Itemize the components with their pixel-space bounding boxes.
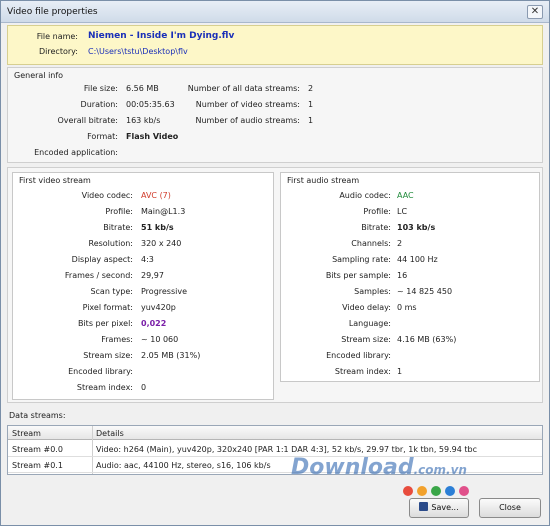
audio-bitrate-value: 103 kb/s: [397, 223, 436, 232]
orange-dot: [417, 486, 427, 496]
file-name-label: File name:: [36, 32, 78, 41]
audio-stream-size-value: 4.16 MB (63%): [397, 335, 457, 344]
blue-dot: [445, 486, 455, 496]
directory-label: Directory:: [39, 47, 78, 56]
audio-streams-value: 1: [308, 116, 314, 125]
data-streams-heading: Data streams:: [9, 411, 66, 420]
scan-type-label: Scan type:: [90, 287, 133, 296]
file-size-value: 6.56 MB: [126, 84, 159, 93]
table-header: Stream Details: [8, 426, 542, 440]
save-button[interactable]: Save...: [409, 498, 469, 518]
encoded-application-label: Encoded application:: [34, 148, 118, 157]
sampling-rate-value: 44 100 Hz: [397, 255, 438, 264]
video-streams-label: Number of video streams:: [195, 100, 300, 109]
watermark-main: Download: [291, 455, 414, 480]
video-stream-index-label: Stream index:: [76, 383, 133, 392]
red-dot: [403, 486, 413, 496]
sampling-rate-label: Sampling rate:: [332, 255, 391, 264]
bits-per-pixel-label: Bits per pixel:: [77, 319, 133, 328]
audio-streams-label: Number of audio streams:: [195, 116, 300, 125]
pixel-format-value: yuv420p: [141, 303, 176, 312]
video-delay-label: Video delay:: [342, 303, 391, 312]
file-info-panel: File name: Niemen - Inside I'm Dying.flv…: [7, 25, 543, 65]
window-title: Video file properties: [7, 7, 98, 17]
pink-dot: [459, 486, 469, 496]
video-bitrate-label: Bitrate:: [103, 223, 133, 232]
file-name-value: Niemen - Inside I'm Dying.flv: [88, 31, 235, 41]
video-delay-value: 0 ms: [397, 303, 417, 312]
display-aspect-value: 4:3: [141, 255, 154, 264]
green-dot: [431, 486, 441, 496]
close-button-label: Close: [499, 503, 521, 512]
video-stream-size-label: Stream size:: [83, 351, 133, 360]
resolution-value: 320 x 240: [141, 239, 182, 248]
bits-per-sample-value: 16: [397, 271, 408, 280]
duration-label: Duration:: [80, 100, 118, 109]
language-label: Language:: [348, 319, 391, 328]
pixel-format-label: Pixel format:: [82, 303, 133, 312]
overall-bitrate-value: 163 kb/s: [126, 116, 161, 125]
frames-value: ~ 10 060: [141, 335, 179, 344]
video-bitrate-value: 51 kb/s: [141, 223, 174, 232]
floppy-icon: [419, 502, 429, 511]
video-codec-label: Video codec:: [81, 191, 133, 200]
all-streams-label: Number of all data streams:: [187, 84, 300, 93]
column-header-details[interactable]: Details: [96, 429, 124, 438]
audio-stream-size-label: Stream size:: [341, 335, 391, 344]
details-cell: Video: h264 (Main), yuv420p, 320x240 [PA…: [96, 445, 477, 454]
video-streams-value: 1: [308, 100, 314, 109]
audio-codec-label: Audio codec:: [339, 191, 391, 200]
video-profile-value: Main@L1.3: [141, 207, 186, 216]
resolution-label: Resolution:: [88, 239, 134, 248]
watermark-suffix: .com.vn: [413, 463, 467, 477]
video-stream-index-value: 0: [141, 383, 147, 392]
audio-encoded-library-label: Encoded library:: [326, 351, 391, 360]
bits-per-pixel-value: 0,022: [141, 319, 167, 328]
fps-value: 29,97: [141, 271, 164, 280]
audio-bitrate-label: Bitrate:: [361, 223, 391, 232]
frames-label: Frames:: [101, 335, 133, 344]
format-label: Format:: [87, 132, 118, 141]
bits-per-sample-label: Bits per sample:: [325, 271, 391, 280]
overall-bitrate-label: Overall bitrate:: [57, 116, 118, 125]
video-encoded-library-label: Encoded library:: [68, 367, 133, 376]
samples-value: ~ 14 825 450: [397, 287, 453, 296]
audio-profile-label: Profile:: [363, 207, 391, 216]
video-stream-size-value: 2.05 MB (31%): [141, 351, 201, 360]
directory-value: C:\Users\tstu\Desktop\flv: [88, 47, 188, 56]
video-codec-value: AVC (7): [141, 191, 171, 200]
display-aspect-label: Display aspect:: [71, 255, 133, 264]
stream-cell: Stream #0.0: [12, 445, 63, 454]
save-button-label: Save...: [431, 503, 459, 512]
file-size-label: File size:: [83, 84, 118, 93]
scan-type-value: Progressive: [141, 287, 188, 296]
download-watermark: Download.com.vn: [291, 455, 467, 480]
video-stream-legend: First video stream: [19, 176, 91, 185]
samples-label: Samples:: [354, 287, 391, 296]
channels-value: 2: [397, 239, 403, 248]
stream-cell: Stream #0.1: [12, 461, 63, 470]
format-value: Flash Video: [126, 132, 179, 141]
video-stream-panel: First video stream Video codec: AVC (7) …: [12, 172, 274, 400]
channels-label: Channels:: [351, 239, 391, 248]
audio-stream-panel: First audio stream Audio codec: AAC Prof…: [280, 172, 540, 382]
watermark-dots: [403, 486, 473, 498]
all-streams-value: 2: [308, 84, 314, 93]
title-bar: Video file properties ✕: [1, 1, 549, 23]
video-profile-label: Profile:: [105, 207, 133, 216]
close-icon[interactable]: ✕: [527, 5, 543, 19]
close-button[interactable]: Close: [479, 498, 541, 518]
streams-group: First video stream Video codec: AVC (7) …: [7, 167, 543, 403]
general-info-legend: General info: [14, 71, 64, 80]
audio-profile-value: LC: [397, 207, 408, 216]
audio-stream-index-label: Stream index:: [334, 367, 391, 376]
properties-window: Video file properties ✕ File name: Nieme…: [0, 0, 550, 526]
audio-stream-legend: First audio stream: [287, 176, 360, 185]
column-header-stream[interactable]: Stream: [12, 429, 41, 438]
general-info-group: General info File size: 6.56 MB Duration…: [7, 67, 543, 163]
audio-codec-value: AAC: [397, 191, 414, 200]
fps-label: Frames / second:: [64, 271, 133, 280]
audio-stream-index-value: 1: [397, 367, 403, 376]
details-cell: Audio: aac, 44100 Hz, stereo, s16, 106 k…: [96, 461, 271, 470]
